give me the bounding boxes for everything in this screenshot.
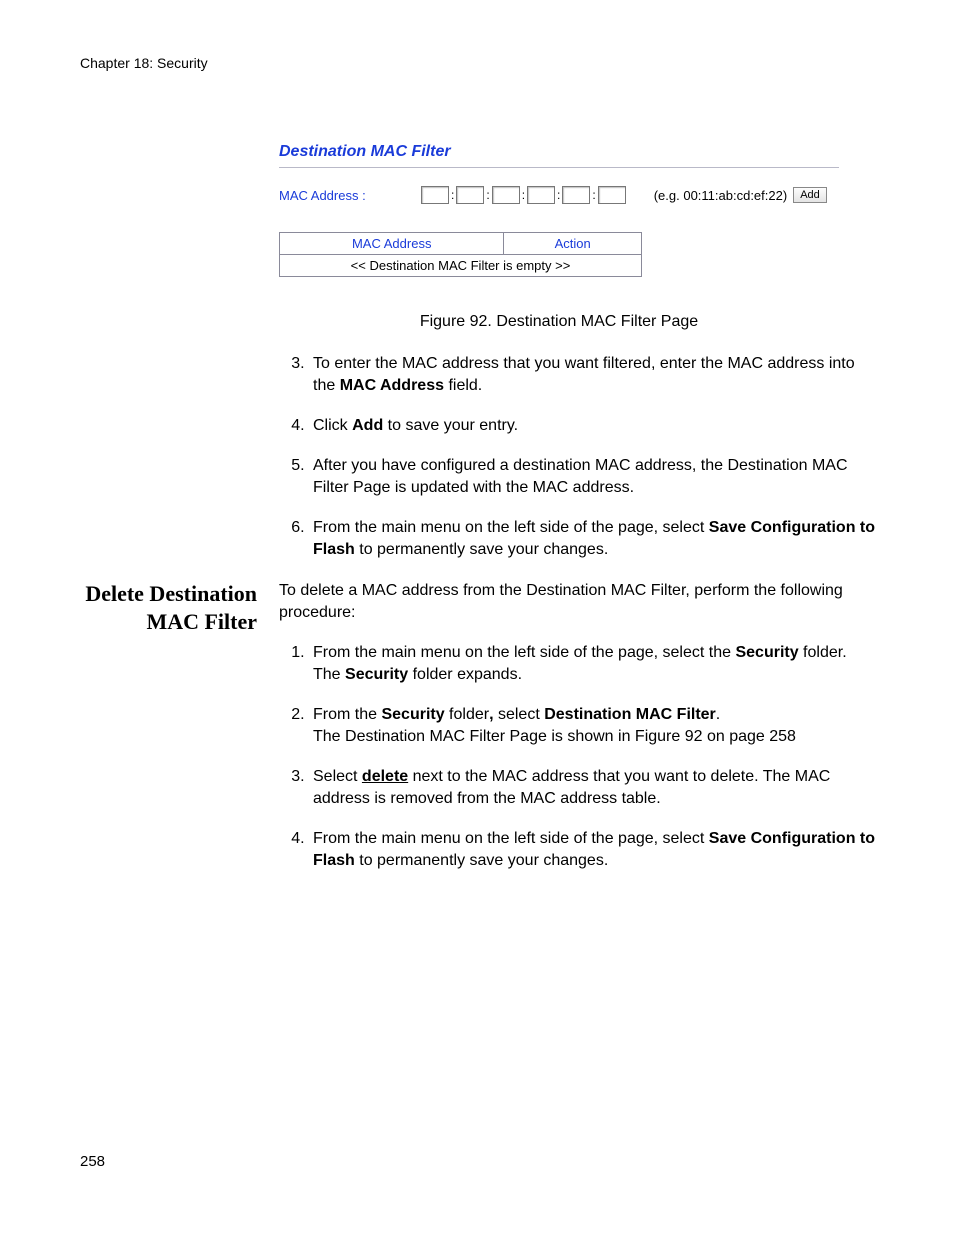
step-3: Select delete next to the MAC address th… <box>309 766 878 810</box>
step-5: After you have configured a destination … <box>309 455 879 499</box>
steps-list-b: From the main menu on the left side of t… <box>279 642 878 873</box>
text: folder. <box>799 644 847 661</box>
colon: : <box>522 188 525 202</box>
col-action: Action <box>504 233 642 255</box>
mac-octet-1[interactable] <box>421 186 449 204</box>
text: The Destination MAC Filter Page is shown… <box>313 728 796 745</box>
figure-caption: Figure 92. Destination MAC Filter Page <box>279 313 839 331</box>
colon: : <box>592 188 595 202</box>
step-2: From the Security folder, select Destina… <box>309 704 878 748</box>
text: From the main menu on the left side of t… <box>313 519 709 536</box>
bold-mac-address: MAC Address <box>340 377 444 394</box>
bold-security: Security <box>381 706 444 723</box>
bold-add: Add <box>352 417 383 434</box>
col-mac-address: MAC Address <box>280 233 504 255</box>
table-header-row: MAC Address Action <box>280 233 642 255</box>
mac-example-text: (e.g. 00:11:ab:cd:ef:22) <box>654 188 787 203</box>
text: Select <box>313 768 362 785</box>
text: Click <box>313 417 352 434</box>
text: . <box>716 706 720 723</box>
step-4: From the main menu on the left side of t… <box>309 828 878 872</box>
step-4: Click Add to save your entry. <box>309 415 879 437</box>
mac-address-inputs: : : : : : <box>421 186 626 204</box>
mac-filter-table: MAC Address Action << Destination MAC Fi… <box>279 232 642 277</box>
text: From the main menu on the left side of t… <box>313 830 709 847</box>
section-intro: To delete a MAC address from the Destina… <box>279 580 878 624</box>
bold-underline-delete: delete <box>362 768 408 785</box>
bold-security: Security <box>735 644 798 661</box>
bold-security: Security <box>345 666 408 683</box>
mac-address-label: MAC Address : <box>279 188 421 203</box>
text: folder <box>445 706 489 723</box>
text: to save your entry. <box>383 417 518 434</box>
text: From the <box>313 706 381 723</box>
text: After you have configured a destination … <box>313 457 848 496</box>
chapter-header: Chapter 18: Security <box>80 55 878 71</box>
text: The <box>313 666 345 683</box>
section-heading-delete-dest-mac-filter: Delete Destination MAC Filter <box>80 580 279 891</box>
text: From the main menu on the left side of t… <box>313 644 735 661</box>
colon: : <box>557 188 560 202</box>
mac-octet-2[interactable] <box>456 186 484 204</box>
text: field. <box>444 377 482 394</box>
add-button[interactable]: Add <box>793 187 827 203</box>
text: folder expands. <box>408 666 522 683</box>
mac-octet-4[interactable] <box>527 186 555 204</box>
mac-octet-5[interactable] <box>562 186 590 204</box>
colon: : <box>486 188 489 202</box>
text: to permanently save your changes. <box>355 852 608 869</box>
figure-destination-mac-filter: Destination MAC Filter MAC Address : : :… <box>279 141 839 277</box>
text: to permanently save your changes. <box>355 541 608 558</box>
mac-octet-3[interactable] <box>492 186 520 204</box>
table-row: << Destination MAC Filter is empty >> <box>280 255 642 277</box>
text: select <box>494 706 545 723</box>
step-3: To enter the MAC address that you want f… <box>309 353 879 397</box>
page-number: 258 <box>80 1153 105 1170</box>
bold-dest-mac-filter: Destination MAC Filter <box>544 706 716 723</box>
steps-list-a: To enter the MAC address that you want f… <box>279 353 879 562</box>
step-6: From the main menu on the left side of t… <box>309 517 879 561</box>
mac-octet-6[interactable] <box>598 186 626 204</box>
panel-title: Destination MAC Filter <box>279 141 839 168</box>
step-1: From the main menu on the left side of t… <box>309 642 878 686</box>
colon: : <box>451 188 454 202</box>
empty-message: << Destination MAC Filter is empty >> <box>280 255 642 277</box>
